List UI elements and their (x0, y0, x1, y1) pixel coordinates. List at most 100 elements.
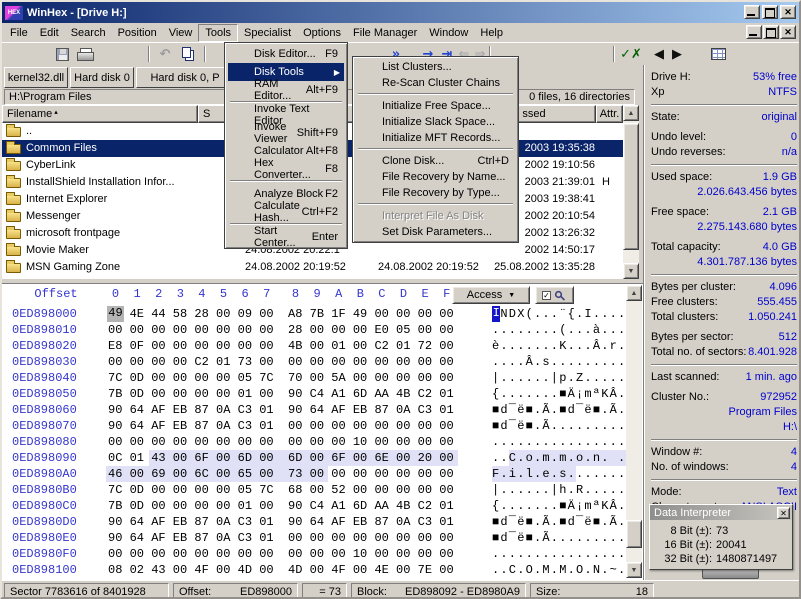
hex-ascii[interactable]: ■d¯ë■.Ã......... (492, 531, 626, 545)
menu-item-clone-disk[interactable]: Clone Disk...Ctrl+D (356, 153, 515, 169)
menu-item-initialize-free-space[interactable]: Initialize Free Space... (356, 98, 515, 114)
data-interpreter-titlebar[interactable]: Data Interpreter ✕ (650, 505, 792, 520)
hex-offset[interactable]: 0ED898060 (12, 403, 77, 417)
clone-disk-icon[interactable] (520, 44, 542, 64)
calculator-icon[interactable] (566, 44, 588, 64)
hex-bytes[interactable]: 00 00 00 00 00 00 00 00 28 00 00 00 E0 0… (108, 323, 454, 337)
menu-item-hex-converter[interactable]: Hex Converter...F8 (228, 160, 344, 178)
hex-ascii[interactable]: ....Â.s......... (492, 355, 626, 369)
menu-item-re-scan-cluster-chains[interactable]: Re-Scan Cluster Chains (356, 75, 515, 91)
open-file-icon[interactable] (28, 44, 50, 64)
menubar-item-search[interactable]: Search (65, 25, 112, 41)
hex-bytes[interactable]: 49 4E 44 58 28 00 09 00 A8 7B 1F 49 00 0… (108, 307, 454, 321)
hex-bytes[interactable]: 7C 0D 00 00 00 00 05 7C 70 00 5A 00 00 0… (108, 371, 454, 385)
menubar-item-edit[interactable]: Edit (34, 25, 65, 41)
sync-view-button[interactable]: ✓ (535, 286, 574, 304)
undo-icon[interactable]: ↶ (154, 44, 176, 64)
new-file-icon[interactable] (5, 44, 27, 64)
list-scrollbar-thumb[interactable] (623, 123, 639, 250)
hex-ascii[interactable]: ■d¯ë■.Ã......... (492, 419, 626, 433)
hex-ascii[interactable]: ................ (492, 435, 626, 449)
hex-offset[interactable]: 0ED898050 (12, 387, 77, 401)
print-icon[interactable] (74, 44, 96, 64)
hex-offset[interactable]: 0ED8980A0 (12, 467, 77, 481)
menu-item-initialize-mft-records[interactable]: Initialize MFT Records... (356, 130, 515, 146)
hex-bytes[interactable]: 08 02 43 00 4F 00 4D 00 4D 00 4F 00 4E 0… (108, 563, 454, 577)
hex-bytes[interactable]: 90 64 AF EB 87 0A C3 01 90 64 AF EB 87 0… (108, 403, 454, 417)
hex-scroll-down-button[interactable]: ▼ (626, 562, 642, 578)
close-button[interactable] (780, 5, 796, 19)
hex-offset[interactable]: 0ED898080 (12, 435, 77, 449)
menubar-item-window[interactable]: Window (423, 25, 474, 41)
minimize-button[interactable] (744, 5, 760, 19)
hex-scroll-up-button[interactable]: ▲ (626, 285, 642, 301)
menubar-item-view[interactable]: View (163, 25, 199, 41)
menu-item-initialize-slack-space[interactable]: Initialize Slack Space... (356, 114, 515, 130)
hex-offset[interactable]: 0ED898070 (12, 419, 77, 433)
hex-ascii[interactable]: ................ (492, 547, 626, 561)
menu-item-ram-editor[interactable]: RAM Editor...Alt+F9 (228, 81, 344, 99)
position-manager-icon[interactable]: ✓✗ (620, 44, 642, 64)
tab-hard-disk-0-p[interactable]: Hard disk 0, P (136, 67, 234, 88)
hex-bytes[interactable]: 00 00 00 00 00 00 00 00 00 00 00 10 00 0… (108, 547, 454, 561)
hex-bytes[interactable]: E8 0F 00 00 00 00 00 00 4B 00 01 00 C2 0… (108, 339, 454, 353)
menubar-item-specialist[interactable]: Specialist (238, 25, 297, 41)
hex-bytes[interactable]: 7B 0D 00 00 00 00 01 00 90 C4 A1 6D AA 4… (108, 499, 454, 513)
hex-offset[interactable]: 0ED8980E0 (12, 531, 77, 545)
edit-folder-icon[interactable] (120, 44, 142, 64)
column-header-attr[interactable]: Attr. (596, 105, 623, 123)
hex-ascii[interactable]: |......|p.Z..... (492, 371, 626, 385)
hex-bytes[interactable]: 90 64 AF EB 87 0A C3 01 90 64 AF EB 87 0… (108, 515, 454, 529)
mdi-restore-button[interactable] (763, 25, 779, 39)
menu-item-file-recovery-by-type[interactable]: File Recovery by Type... (356, 185, 515, 201)
menu-item-list-clusters[interactable]: List Clusters... (356, 59, 515, 75)
menu-item-start-center[interactable]: Start Center...Enter (228, 228, 344, 246)
menubar-item-file[interactable]: File (4, 25, 34, 41)
hex-ascii[interactable]: è.......K...Â.r. (492, 339, 626, 353)
list-scroll-up-button[interactable]: ▲ (623, 105, 639, 121)
hex-offset[interactable]: 0ED898030 (12, 355, 77, 369)
hex-bytes[interactable]: 0C 01 43 00 6F 00 6D 00 6D 00 6F 00 6E 0… (108, 451, 454, 465)
hex-offset[interactable]: 0ED8980F0 (12, 547, 77, 561)
menu-item-disk-editor[interactable]: Disk Editor...F9 (228, 45, 344, 63)
hex-offset[interactable]: 0ED898040 (12, 371, 77, 385)
hex-offset[interactable]: 0ED8980C0 (12, 499, 77, 513)
hex-ascii[interactable]: ..C.O.M.M.O.N.~. (492, 563, 626, 577)
hex-ascii[interactable]: ■d¯ë■.Ã.■d¯ë■.Ã. (492, 403, 626, 417)
data-interpreter-close-icon[interactable]: ✕ (777, 507, 790, 519)
hex-bytes[interactable]: 00 00 00 00 C2 01 73 00 00 00 00 00 00 0… (108, 355, 454, 369)
hex-ascii[interactable]: F.i.l.e.s....... (492, 467, 626, 481)
grid-icon[interactable] (707, 44, 729, 64)
hex-cursor-byte[interactable]: 49 (107, 306, 124, 322)
menu-item-calculate-hash[interactable]: Calculate Hash...Ctrl+F2 (228, 203, 344, 221)
hex-offset[interactable]: 0ED898010 (12, 323, 77, 337)
hex-ascii[interactable]: {.......■Ä¡mªKÂ. (492, 387, 626, 401)
hex-offset[interactable]: 0ED898100 (12, 563, 77, 577)
menu-item-invoke-viewer[interactable]: Invoke ViewerShift+F9 (228, 124, 344, 142)
menubar-item-options[interactable]: Options (297, 25, 347, 41)
column-header-filename[interactable]: Filename ▴ (2, 105, 198, 123)
access-dropdown-button[interactable]: Access ▼ (452, 286, 530, 304)
properties-icon[interactable] (97, 44, 119, 64)
hex-bytes[interactable]: 00 00 00 00 00 00 00 00 00 00 00 10 00 0… (108, 435, 454, 449)
hex-bytes[interactable]: 7B 0D 00 00 00 00 01 00 90 C4 A1 6D AA 4… (108, 387, 454, 401)
ram-editor-icon[interactable] (543, 44, 565, 64)
copy-icon[interactable] (177, 44, 199, 64)
mdi-close-button[interactable] (780, 25, 796, 39)
menu-item-set-disk-parameters[interactable]: Set Disk Parameters... (356, 224, 515, 240)
menubar-item-tools[interactable]: Tools (198, 24, 238, 42)
menu-item-file-recovery-by-name[interactable]: File Recovery by Name... (356, 169, 515, 185)
hex-scrollbar-thumb[interactable] (626, 520, 642, 548)
hex-offset[interactable]: 0ED898000 (12, 307, 77, 321)
analyze-icon[interactable] (589, 44, 611, 64)
file-row-msn-gaming-zone[interactable]: MSN Gaming Zone24.08.2002 20:19:5224.08.… (2, 259, 623, 276)
tab-kernel32-dll[interactable]: kernel32.dll (4, 67, 68, 88)
list-scroll-down-button[interactable]: ▼ (623, 263, 639, 279)
hex-ascii[interactable]: ..C.o.m.m.o.n. . (492, 451, 626, 465)
hex-offset[interactable]: 0ED898020 (12, 339, 77, 353)
hex-offset[interactable]: 0ED898090 (12, 451, 77, 465)
hex-ascii[interactable]: ........(...à... (492, 323, 626, 337)
tab-hard-disk-0[interactable]: Hard disk 0 (70, 67, 134, 88)
restore-button[interactable] (762, 5, 778, 19)
hex-ascii[interactable]: {.......■Ä¡mªKÂ. (492, 499, 626, 513)
